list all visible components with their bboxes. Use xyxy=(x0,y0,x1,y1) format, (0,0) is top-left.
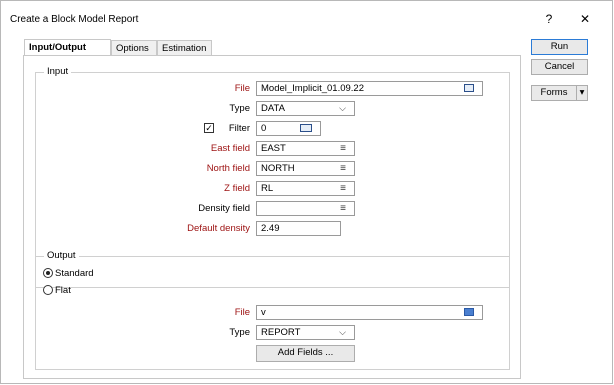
output-type-select[interactable]: REPORT ⌵ xyxy=(256,325,355,340)
input-type-value: DATA xyxy=(261,103,285,114)
z-field-input[interactable]: RL ≡ xyxy=(256,181,355,196)
tab-estimation[interactable]: Estimation xyxy=(157,40,212,55)
input-type-label: Type xyxy=(229,103,250,114)
standard-label: Standard xyxy=(55,268,94,279)
output-file-value: v xyxy=(261,307,266,318)
output-type-value: REPORT xyxy=(261,327,301,338)
radio-dot xyxy=(46,271,50,275)
z-field-value: RL xyxy=(261,183,274,194)
standard-radio[interactable] xyxy=(43,268,53,278)
filter-checkbox[interactable]: ✓ xyxy=(204,123,214,133)
forms-menu-button[interactable]: ▾ xyxy=(576,85,588,101)
default-density-value: 2.49 xyxy=(261,223,280,234)
density-field-label: Density field xyxy=(198,203,250,214)
chevron-down-icon: ⌵ xyxy=(339,327,346,337)
help-button[interactable]: ? xyxy=(538,9,560,29)
filter-value: 0 xyxy=(261,123,267,134)
list-icon[interactable]: ≡ xyxy=(340,182,346,195)
default-density-label: Default density xyxy=(187,223,250,234)
window-title: Create a Block Model Report xyxy=(10,14,139,25)
input-type-select[interactable]: DATA ⌵ xyxy=(256,101,355,116)
east-field-label: East field xyxy=(210,143,250,154)
dropdown-arrow-icon: ▾ xyxy=(579,87,585,98)
flat-label: Flat xyxy=(55,285,71,296)
north-field-input[interactable]: NORTH ≡ xyxy=(256,161,355,176)
input-file-label: File xyxy=(234,83,250,94)
north-field-label: North field xyxy=(206,163,250,174)
add-fields-button[interactable]: Add Fields ... xyxy=(256,345,355,362)
dialog-window: Create a Block Model Report ? ✕ Input/Ou… xyxy=(0,0,613,384)
list-icon[interactable]: ≡ xyxy=(340,142,346,155)
default-density-input[interactable]: 2.49 xyxy=(256,221,341,236)
forms-button[interactable]: Forms xyxy=(531,85,576,101)
check-icon: ✓ xyxy=(205,123,213,133)
output-legend: Output xyxy=(44,250,79,261)
density-field-input[interactable]: ≡ xyxy=(256,201,355,216)
output-file-field[interactable]: v xyxy=(256,305,483,320)
input-legend: Input xyxy=(44,66,72,77)
file-browse-icon[interactable] xyxy=(464,84,474,92)
tab-options[interactable]: Options xyxy=(111,40,157,55)
run-button[interactable]: Run xyxy=(531,39,588,55)
cancel-button[interactable]: Cancel xyxy=(531,59,588,75)
east-field-input[interactable]: EAST ≡ xyxy=(256,141,355,156)
flat-radio[interactable] xyxy=(43,285,53,295)
filter-field[interactable]: 0 xyxy=(256,121,321,136)
close-button[interactable]: ✕ xyxy=(574,9,596,29)
input-file-field[interactable]: Model_Implicit_01.09.22 xyxy=(256,81,483,96)
list-icon[interactable]: ≡ xyxy=(340,202,346,215)
filter-editor-icon[interactable] xyxy=(300,124,312,132)
north-field-value: NORTH xyxy=(261,163,295,174)
output-file-label: File xyxy=(234,307,250,318)
filter-label: Filter xyxy=(228,123,250,134)
tab-input-output[interactable]: Input/Output xyxy=(24,39,111,55)
output-type-label: Type xyxy=(229,327,250,338)
east-field-value: EAST xyxy=(261,143,286,154)
tab-panel: Input File Model_Implicit_01.09.22 Type … xyxy=(23,55,521,379)
chevron-down-icon: ⌵ xyxy=(339,103,346,113)
input-file-value: Model_Implicit_01.09.22 xyxy=(261,83,364,94)
z-field-label: Z field xyxy=(224,183,250,194)
list-icon[interactable]: ≡ xyxy=(340,162,346,175)
file-browse-icon[interactable] xyxy=(464,308,474,316)
